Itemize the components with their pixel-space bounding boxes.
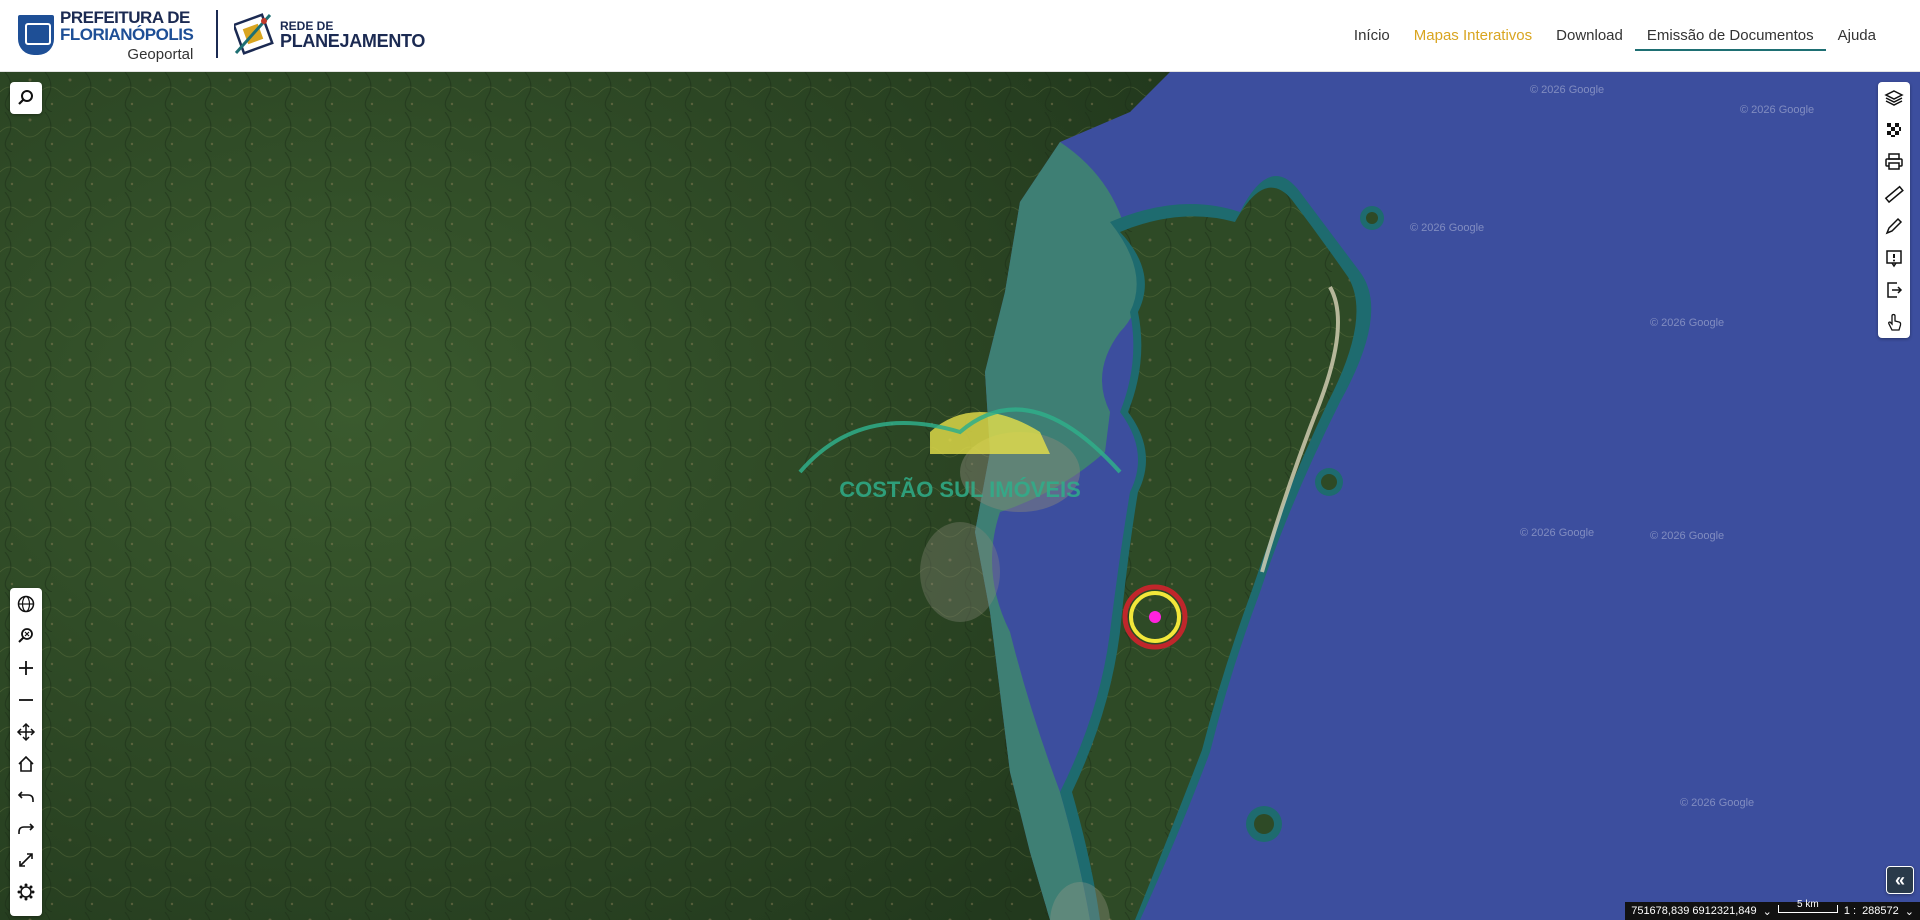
map-tools-toolbar — [1878, 82, 1910, 338]
scale-value[interactable]: 288572 — [1862, 905, 1899, 917]
print-button[interactable] — [1878, 146, 1910, 178]
info-icon — [1886, 250, 1902, 268]
google-attribution: © 2026 Google — [1410, 222, 1485, 234]
select-icon — [1888, 313, 1902, 331]
geoportal-label: Geoportal — [127, 45, 194, 63]
google-attribution: © 2026 Google — [1680, 797, 1755, 809]
zoom-in-button[interactable] — [10, 652, 42, 684]
undo-icon — [17, 791, 34, 802]
undo-button[interactable] — [10, 780, 42, 812]
scale-dropdown-icon[interactable]: ⌄ — [1905, 905, 1914, 918]
coordinate-system-dropdown-icon[interactable]: ⌄ — [1763, 905, 1772, 918]
search-icon — [18, 90, 33, 105]
measure-icon — [1884, 185, 1904, 204]
export-button[interactable] — [1878, 274, 1910, 306]
logo-divider — [216, 10, 218, 58]
map-search-button[interactable] — [10, 82, 42, 114]
basemap-button[interactable] — [1878, 114, 1910, 146]
pan-button[interactable] — [10, 716, 42, 748]
google-attribution: © 2026 Google — [1520, 527, 1595, 539]
redo-icon — [18, 823, 35, 834]
zoom-box-icon — [18, 628, 33, 643]
nav-emissao-documentos[interactable]: Emissão de Documentos — [1634, 21, 1826, 51]
basemap-icon — [1887, 123, 1901, 137]
settings-icon — [17, 883, 35, 901]
prefeitura-city: FLORIANÓPOLIS — [60, 24, 194, 44]
satellite-basemap — [0, 72, 1920, 920]
prefeitura-logo[interactable]: PREFEITURA DE FLORIANÓPOLIS Geoportal — [18, 7, 194, 63]
nav-ajuda[interactable]: Ajuda — [1826, 21, 1888, 51]
measure-button[interactable] — [1878, 178, 1910, 210]
coordinates-readout: 751678,839 6912321,849 — [1631, 905, 1757, 917]
google-attribution: © 2026 Google — [1740, 104, 1815, 116]
scale-bar: 5 km — [1777, 899, 1838, 913]
nav-mapas-interativos[interactable]: Mapas Interativos — [1402, 21, 1544, 51]
home-icon — [18, 755, 34, 772]
map-view[interactable]: COSTÃO SUL IMÓVEIS © 2026 Google © 2026 … — [0, 72, 1920, 920]
zoom-out-icon — [19, 699, 33, 701]
planejamento-label: PLANEJAMENTO — [280, 31, 426, 51]
prefeitura-shield-icon — [18, 15, 54, 55]
pan-icon — [16, 722, 36, 742]
zoom-box-button[interactable] — [10, 620, 42, 652]
navigation-toolbar — [10, 588, 42, 916]
main-nav: Início Mapas Interativos Download Emissã… — [1342, 0, 1888, 72]
draw-button[interactable] — [1878, 210, 1910, 242]
scale-label: 1 : — [1843, 905, 1857, 917]
nav-inicio[interactable]: Início — [1342, 21, 1402, 51]
print-icon — [1885, 153, 1903, 170]
fullscreen-button[interactable] — [10, 844, 42, 876]
info-button[interactable] — [1878, 242, 1910, 274]
rede-planejamento-logo[interactable]: REDE DE PLANEJAMENTO — [232, 10, 426, 60]
home-button[interactable] — [10, 748, 42, 780]
globe-icon — [17, 595, 35, 613]
zoom-out-button[interactable] — [10, 684, 42, 716]
select-button[interactable] — [1878, 306, 1910, 338]
collapse-overview-button[interactable]: « — [1886, 866, 1914, 894]
nav-download[interactable]: Download — [1544, 21, 1635, 51]
globe-button[interactable] — [10, 588, 42, 620]
map-statusbar: 751678,839 6912321,849 ⌄ 5 km 1 : 288572… — [1625, 899, 1920, 920]
fullscreen-icon — [19, 853, 33, 867]
layers-button[interactable] — [1878, 82, 1910, 114]
scale-bar-label: 5 km — [1796, 899, 1819, 910]
google-attribution: © 2026 Google — [1530, 84, 1605, 96]
settings-button[interactable] — [10, 876, 42, 908]
google-attribution: © 2026 Google — [1650, 317, 1725, 329]
google-attribution: © 2026 Google — [1650, 530, 1725, 542]
double-chevron-left-icon: « — [1894, 869, 1905, 890]
layers-icon — [1884, 90, 1904, 106]
app-header: PREFEITURA DE FLORIANÓPOLIS Geoportal RE… — [0, 0, 1920, 72]
redo-button[interactable] — [10, 812, 42, 844]
export-icon — [1887, 282, 1903, 298]
draw-icon — [1885, 217, 1903, 235]
zoom-in-icon — [19, 661, 33, 675]
prefeitura-title: PREFEITURA DE — [60, 7, 190, 27]
rede-planejamento-icon — [232, 13, 274, 57]
